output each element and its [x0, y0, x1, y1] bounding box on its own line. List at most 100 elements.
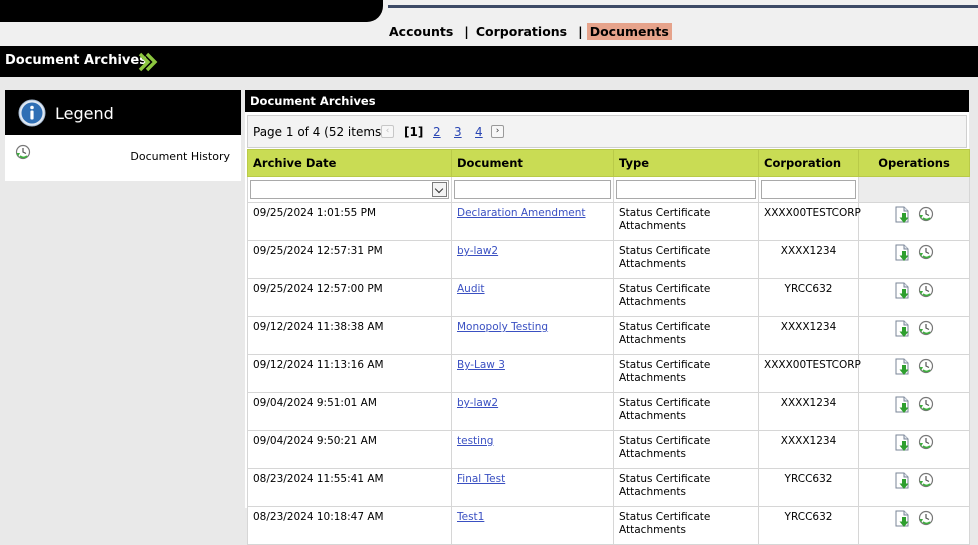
history-icon[interactable]	[918, 472, 934, 492]
download-icon[interactable]	[894, 244, 911, 266]
corporation-cell: YRCC632	[758, 506, 859, 545]
pager-page-3[interactable]: 3	[454, 125, 462, 139]
document-cell: Test1	[451, 506, 614, 545]
download-icon[interactable]	[894, 396, 911, 418]
corporation-filter-input[interactable]	[761, 180, 856, 199]
operations-cell	[858, 392, 970, 431]
document-cell: by-law2	[451, 392, 614, 431]
document-cell: Declaration Amendment	[451, 202, 614, 241]
column-header-operations: Operations	[858, 149, 970, 177]
document-link[interactable]: by-law2	[457, 397, 498, 409]
table-row: 09/12/2024 11:13:16 AM By-Law 3 Status C…	[247, 354, 970, 393]
history-icon[interactable]	[918, 510, 934, 530]
archives-table: Archive Date Document Type Corporation O…	[247, 149, 970, 545]
document-link[interactable]: Monopoly Testing	[457, 321, 548, 333]
download-icon[interactable]	[894, 320, 911, 342]
archive-date-cell: 09/12/2024 11:38:38 AM	[247, 316, 452, 355]
archives-panel: Document Archives Page 1 of 4 (52 items)…	[245, 90, 970, 545]
document-link[interactable]: Test1	[457, 511, 484, 523]
corporation-cell: XXXX1234	[758, 316, 859, 355]
archive-date-cell: 09/04/2024 9:51:01 AM	[247, 392, 452, 431]
history-icon[interactable]	[918, 358, 934, 378]
corporation-cell: YRCC632	[758, 468, 859, 507]
dropdown-icon[interactable]	[432, 182, 447, 197]
header-rule	[388, 5, 978, 8]
download-icon[interactable]	[894, 472, 911, 494]
document-cell: By-Law 3	[451, 354, 614, 393]
pager: Page 1 of 4 (52 items) ‹ [1] 2 3 4 ›	[247, 115, 967, 148]
legend-item-label: Document History	[130, 150, 230, 163]
info-icon	[18, 99, 46, 130]
nav-accounts[interactable]: Accounts	[386, 23, 456, 40]
type-cell: Status Certificate Attachments	[613, 392, 759, 431]
history-icon[interactable]	[918, 320, 934, 340]
page-title: Document Archives	[5, 53, 147, 68]
archive-date-cell: 08/23/2024 10:18:47 AM	[247, 506, 452, 545]
corporation-cell: XXXX1234	[758, 430, 859, 469]
document-link[interactable]: by-law2	[457, 245, 498, 257]
table-row: 09/25/2024 1:01:55 PM Declaration Amendm…	[247, 202, 970, 241]
history-icon[interactable]	[918, 282, 934, 302]
type-filter-input[interactable]	[616, 180, 756, 199]
type-cell: Status Certificate Attachments	[613, 430, 759, 469]
table-row: 09/25/2024 12:57:31 PM by-law2 Status Ce…	[247, 240, 970, 279]
download-icon[interactable]	[894, 358, 911, 380]
legend-item: Document History	[5, 135, 241, 181]
history-icon[interactable]	[918, 396, 934, 416]
column-header-type[interactable]: Type	[613, 149, 759, 177]
operations-cell	[858, 316, 970, 355]
double-chevron-right-icon	[138, 52, 158, 75]
column-header-corporation[interactable]: Corporation	[758, 149, 859, 177]
corporation-cell: XXXX00TESTCORP	[758, 202, 861, 241]
operations-cell	[858, 240, 970, 279]
download-icon[interactable]	[894, 434, 911, 456]
main-nav: Accounts | Corporations | Documents	[386, 21, 672, 41]
table-row: 09/04/2024 9:50:21 AM testing Status Cer…	[247, 430, 970, 469]
nav-corporations[interactable]: Corporations	[473, 23, 570, 40]
nav-documents[interactable]: Documents	[586, 22, 672, 40]
legend-title: Legend	[55, 104, 114, 123]
type-cell: Status Certificate Attachments	[613, 354, 759, 393]
pager-page-4[interactable]: 4	[475, 125, 483, 139]
nav-separator: |	[578, 23, 583, 39]
legend-panel: Legend Document History	[5, 90, 241, 181]
chevron-left-icon: ‹	[381, 125, 394, 138]
download-icon[interactable]	[894, 510, 911, 532]
pager-page-2[interactable]: 2	[433, 125, 441, 139]
document-link[interactable]: testing	[457, 435, 493, 447]
document-link[interactable]: Declaration Amendment	[457, 207, 586, 219]
legend-header: Legend	[5, 90, 241, 135]
type-cell: Status Certificate Attachments	[613, 278, 759, 317]
download-icon[interactable]	[894, 282, 911, 304]
history-icon	[15, 144, 31, 163]
document-cell: Final Test	[451, 468, 614, 507]
table-row: 08/23/2024 11:55:41 AM Final Test Status…	[247, 468, 970, 507]
history-icon[interactable]	[918, 206, 934, 226]
document-cell: by-law2	[451, 240, 614, 279]
table-row: 08/23/2024 10:18:47 AM Test1 Status Cert…	[247, 506, 970, 545]
type-cell: Status Certificate Attachments	[613, 506, 759, 545]
archives-table-body: 09/25/2024 1:01:55 PM Declaration Amendm…	[247, 202, 970, 545]
history-icon[interactable]	[918, 434, 934, 454]
archive-date-cell: 09/25/2024 1:01:55 PM	[247, 202, 452, 241]
corporation-cell: XXXX00TESTCORP	[758, 354, 861, 393]
page-title-bar: Document Archives	[0, 46, 978, 77]
column-header-document[interactable]: Document	[451, 149, 614, 177]
archive-date-cell: 09/25/2024 12:57:31 PM	[247, 240, 452, 279]
operations-cell	[858, 278, 970, 317]
history-icon[interactable]	[918, 244, 934, 264]
chevron-right-icon[interactable]: ›	[491, 125, 504, 138]
download-icon[interactable]	[894, 206, 911, 228]
table-row: 09/12/2024 11:38:38 AM Monopoly Testing …	[247, 316, 970, 355]
table-row: 09/25/2024 12:57:00 PM Audit Status Cert…	[247, 278, 970, 317]
filter-cell-date	[247, 176, 452, 203]
corporation-cell: YRCC632	[758, 278, 859, 317]
document-link[interactable]: Final Test	[457, 473, 505, 485]
type-cell: Status Certificate Attachments	[613, 316, 759, 355]
column-header-archive-date[interactable]: Archive Date	[247, 149, 452, 177]
filter-cell-corporation	[758, 176, 859, 203]
date-filter-input[interactable]	[250, 180, 449, 199]
document-link[interactable]: By-Law 3	[457, 359, 505, 371]
document-link[interactable]: Audit	[457, 283, 485, 295]
document-filter-input[interactable]	[454, 180, 611, 199]
